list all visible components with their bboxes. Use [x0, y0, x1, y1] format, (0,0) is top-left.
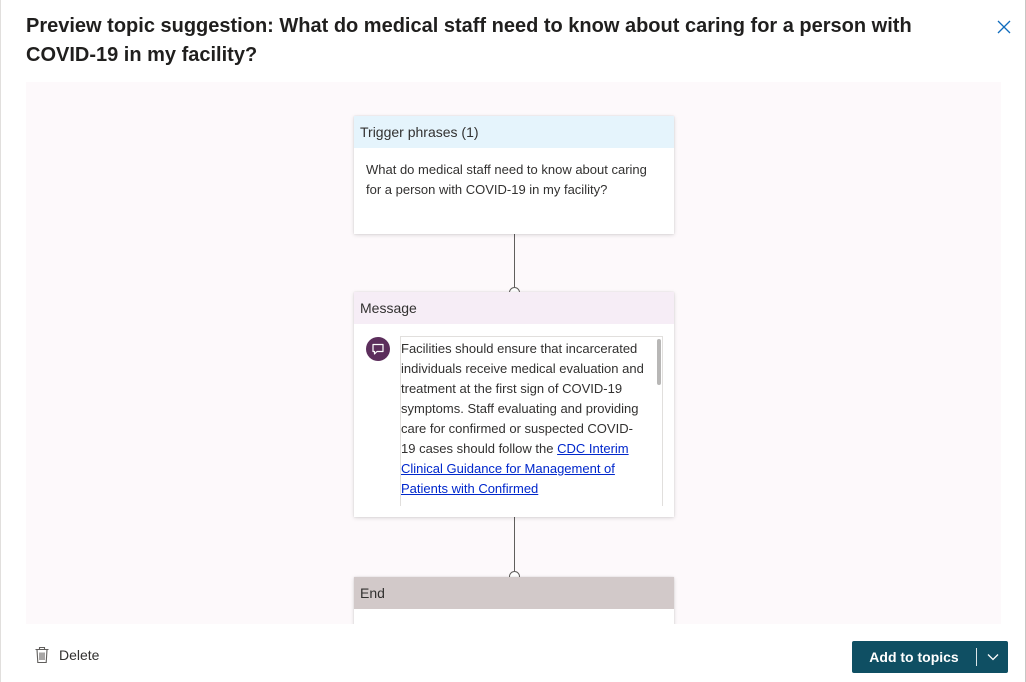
connector-line [514, 234, 515, 293]
end-node[interactable]: End [354, 577, 674, 624]
preview-dialog: Preview topic suggestion: What do medica… [0, 0, 1026, 682]
trigger-node-header: Trigger phrases (1) [354, 116, 674, 148]
add-to-topics-split-button: Add to topics [852, 641, 1008, 673]
trash-icon [35, 646, 49, 664]
split-divider [976, 648, 977, 666]
message-text-box[interactable]: Facilities should ensure that incarcerat… [400, 336, 663, 506]
dialog-title: Preview topic suggestion: What do medica… [26, 15, 912, 66]
message-node[interactable]: Message Facilities should ensure that in… [354, 292, 674, 517]
end-node-header: End [354, 577, 674, 609]
message-body: Facilities should ensure that incarcerat… [401, 341, 644, 456]
message-text: Facilities should ensure that incarcerat… [401, 337, 656, 499]
connector-line [514, 517, 515, 577]
close-button[interactable] [991, 14, 1017, 40]
message-node-header: Message [354, 292, 674, 324]
close-icon [997, 20, 1011, 34]
topic-canvas[interactable]: Trigger phrases (1) What do medical staf… [26, 82, 1001, 624]
message-scrollbar[interactable] [657, 339, 661, 385]
trigger-phrase: What do medical staff need to know about… [366, 162, 647, 197]
chevron-down-icon [987, 654, 998, 661]
delete-label: Delete [59, 647, 100, 663]
add-to-topics-button[interactable]: Add to topics [852, 641, 976, 673]
add-options-dropdown[interactable] [977, 641, 1008, 673]
chat-bubble-icon [366, 337, 390, 361]
delete-button[interactable]: Delete [34, 646, 99, 664]
trigger-phrases-node[interactable]: Trigger phrases (1) What do medical staf… [354, 116, 674, 234]
